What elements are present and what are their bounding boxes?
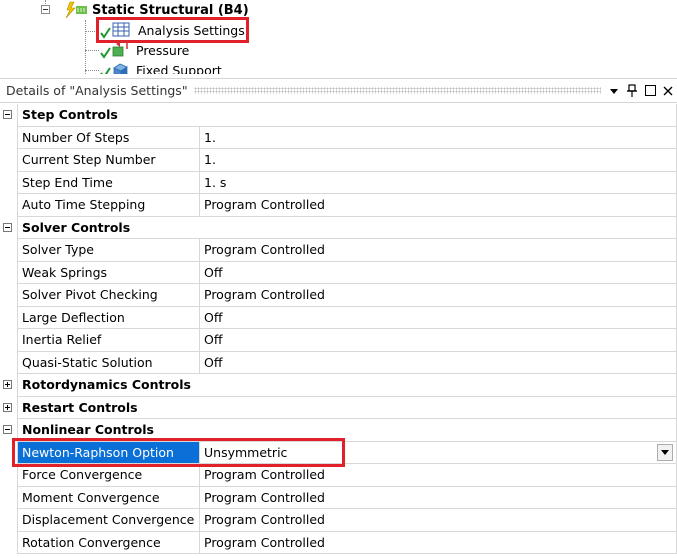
property-value[interactable]: Program Controlled [200, 531, 677, 554]
property-row[interactable]: Inertia Relief Off [0, 329, 677, 352]
property-name: Current Step Number [17, 149, 200, 172]
details-property-grid: Step Controls Number Of Steps 1. Current… [0, 104, 677, 554]
pin-icon[interactable] [625, 83, 639, 98]
tree-connector [85, 50, 99, 51]
property-value[interactable]: Program Controlled [200, 509, 677, 532]
section-title: Solver Controls [17, 216, 677, 239]
property-row[interactable]: Quasi-Static Solution Off [0, 351, 677, 374]
newton-raphson-select[interactable]: Unsymmetric [200, 441, 677, 464]
property-row[interactable]: Number Of Steps 1. [0, 126, 677, 149]
property-value[interactable]: Program Controlled [200, 239, 677, 262]
property-row[interactable]: Displacement Convergence Program Control… [0, 509, 677, 532]
property-value[interactable]: Off [200, 306, 677, 329]
property-name: Inertia Relief [17, 329, 200, 352]
section-title: Nonlinear Controls [17, 419, 677, 442]
property-name: Displacement Convergence [17, 509, 200, 532]
property-row[interactable]: Rotation Convergence Program Controlled [0, 531, 677, 554]
property-name: Force Convergence [17, 464, 200, 487]
property-name: Large Deflection [17, 306, 200, 329]
section-step-controls[interactable]: Step Controls [0, 104, 677, 127]
property-name: Step End Time [17, 171, 200, 194]
section-expand-icon[interactable] [3, 380, 12, 389]
property-value[interactable]: Off [200, 351, 677, 374]
details-panel-header: Details of "Analysis Settings" [0, 78, 677, 103]
header-grip[interactable] [193, 87, 601, 94]
section-nonlinear-controls[interactable]: Nonlinear Controls [0, 419, 677, 442]
property-value[interactable]: Program Controlled [200, 486, 677, 509]
property-name: Rotation Convergence [17, 531, 200, 554]
property-name: Quasi-Static Solution [17, 351, 200, 374]
tree-item-label: Pressure [136, 42, 190, 58]
select-value: Unsymmetric [204, 444, 288, 460]
section-expand-icon[interactable] [3, 402, 12, 412]
section-collapse-icon[interactable] [3, 425, 12, 434]
section-rotordynamics-controls[interactable]: Rotordynamics Controls [0, 374, 677, 397]
outline-tree: Static Structural (B4) Analysis Settings… [0, 0, 677, 74]
property-value[interactable]: Off [200, 261, 677, 284]
property-value[interactable]: Off [200, 329, 677, 352]
maximize-icon[interactable] [643, 84, 657, 98]
property-name: Solver Type [17, 239, 200, 262]
tree-item-fixed-support[interactable]: Fixed Support [100, 60, 222, 74]
property-value[interactable]: 1. s [200, 171, 677, 194]
section-title: Restart Controls [17, 396, 677, 419]
property-row[interactable]: Force Convergence Program Controlled [0, 464, 677, 487]
property-value[interactable]: Program Controlled [200, 464, 677, 487]
property-value[interactable]: Program Controlled [200, 284, 677, 307]
property-row[interactable]: Weak Springs Off [0, 261, 677, 284]
property-value[interactable]: Program Controlled [200, 194, 677, 217]
property-row-newton-raphson[interactable]: Newton-Raphson Option Unsymmetric [0, 441, 677, 464]
chevron-down-icon[interactable] [607, 84, 621, 98]
property-name: Number Of Steps [17, 126, 200, 149]
tree-connector [85, 20, 86, 74]
tree-root-label: Static Structural (B4) [92, 2, 249, 18]
property-row[interactable]: Solver Type Program Controlled [0, 239, 677, 262]
property-name: Moment Convergence [17, 486, 200, 509]
section-solver-controls[interactable]: Solver Controls [0, 216, 677, 239]
dropdown-arrow-icon[interactable] [657, 443, 673, 461]
tree-item-pressure[interactable]: Pressure [100, 40, 189, 60]
property-row[interactable]: Auto Time Stepping Program Controlled [0, 194, 677, 217]
property-row[interactable]: Current Step Number 1. [0, 149, 677, 172]
details-panel-title: Details of "Analysis Settings" [6, 83, 188, 98]
property-name: Auto Time Stepping [17, 194, 200, 217]
close-icon[interactable] [661, 84, 675, 98]
tree-item-label: Fixed Support [136, 62, 222, 75]
static-structural-icon [65, 1, 87, 19]
property-row[interactable]: Step End Time 1. s [0, 171, 677, 194]
section-title: Step Controls [17, 104, 677, 127]
property-name: Newton-Raphson Option [17, 441, 200, 464]
property-value[interactable]: 1. [200, 149, 677, 172]
property-row[interactable]: Solver Pivot Checking Program Controlled [0, 284, 677, 307]
tree-collapse-toggle[interactable] [41, 5, 50, 14]
property-name: Solver Pivot Checking [17, 284, 200, 307]
pressure-icon [100, 41, 128, 59]
section-restart-controls[interactable]: Restart Controls [0, 396, 677, 419]
property-value[interactable]: 1. [200, 126, 677, 149]
property-row[interactable]: Large Deflection Off [0, 306, 677, 329]
section-title: Rotordynamics Controls [17, 374, 677, 397]
section-collapse-icon[interactable] [3, 110, 12, 119]
property-name: Weak Springs [17, 261, 200, 284]
tree-connector [85, 70, 99, 71]
fixed-support-icon [100, 63, 128, 74]
section-collapse-icon[interactable] [3, 222, 12, 232]
property-row[interactable]: Moment Convergence Program Controlled [0, 486, 677, 509]
